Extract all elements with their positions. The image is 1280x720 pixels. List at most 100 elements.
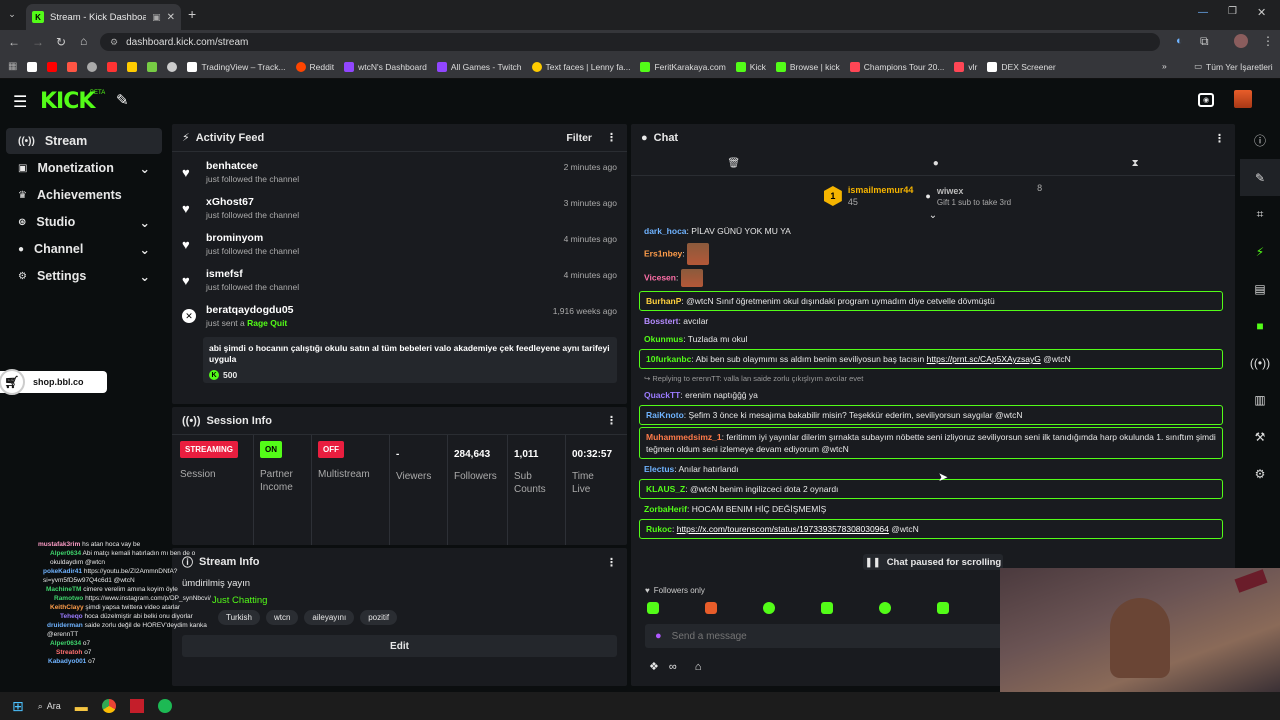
emote-button[interactable] bbox=[821, 602, 833, 614]
bookmark-item[interactable]: wtcN's Dashboard bbox=[344, 61, 427, 72]
hamburger-menu-icon[interactable]: ☰ bbox=[13, 92, 27, 112]
sidebar-item-studio[interactable]: ⊛ Studio ⌄ bbox=[6, 209, 162, 235]
emote-button[interactable] bbox=[705, 602, 717, 614]
stream-category: Just Chatting bbox=[212, 595, 268, 606]
sidebar-item-settings[interactable]: ⚙ Settings ⌄ bbox=[6, 263, 162, 289]
apps-grid-icon[interactable]: ▦ bbox=[8, 61, 17, 72]
filter-button[interactable]: Filter bbox=[566, 132, 592, 144]
crop-icon[interactable]: ⌗ bbox=[1240, 196, 1280, 233]
bookmark-icon[interactable] bbox=[87, 61, 98, 72]
bookmark-item[interactable]: Kick bbox=[735, 61, 766, 72]
more-options-icon[interactable]: ⋮ bbox=[606, 556, 617, 569]
minimize-icon[interactable]: — bbox=[1198, 7, 1208, 18]
reply-context[interactable]: ↪ Replying to erennTT: valla lan saide z… bbox=[639, 371, 1223, 387]
windows-start-icon[interactable]: ⊞ bbox=[12, 698, 24, 715]
hourglass-icon[interactable]: ⧗ bbox=[1132, 158, 1139, 169]
reload-icon[interactable]: ↻ bbox=[56, 35, 66, 49]
overlay-chat-line: druiderman saide zorlu değil de HOREV'de… bbox=[47, 622, 207, 638]
emote-button[interactable] bbox=[879, 602, 891, 614]
tag-pill: wtcn bbox=[265, 610, 299, 625]
activity-feed-title: Activity Feed bbox=[195, 131, 265, 144]
more-options-icon[interactable]: ⋮ bbox=[606, 414, 617, 427]
infinity-icon[interactable]: ∞ bbox=[669, 661, 677, 673]
browser-tab[interactable]: K Stream - Kick Dashboard ▣ ✕ bbox=[26, 4, 181, 30]
lightning-icon[interactable]: ⚡︎ bbox=[1240, 233, 1280, 270]
sidebar-item-channel[interactable]: ● Channel ⌄ bbox=[6, 236, 162, 262]
broadcast-icon: ((•)) bbox=[182, 414, 201, 427]
kicks-icon[interactable]: ❖ bbox=[649, 660, 659, 673]
tools-icon[interactable]: ✎ bbox=[116, 91, 129, 109]
chat-link[interactable]: https://prnt.sc/CAp5XAyzsayG bbox=[927, 354, 1041, 364]
window-close-icon[interactable]: ✕ bbox=[1257, 6, 1266, 19]
chrome-icon[interactable] bbox=[101, 699, 116, 713]
store-icon[interactable]: ⌂ bbox=[695, 661, 702, 673]
emote-button[interactable] bbox=[937, 602, 949, 614]
youtube-bookmark-icon[interactable] bbox=[47, 61, 58, 72]
menu-dots-icon[interactable]: ⋮ bbox=[1262, 34, 1274, 48]
extensions-puzzle-icon[interactable]: ⧉ bbox=[1200, 34, 1209, 49]
taskbar-search[interactable]: ⌕ Ara bbox=[38, 701, 61, 712]
edit-stream-info-button[interactable]: Edit bbox=[182, 635, 617, 657]
bookmark-item[interactable]: FeritKarakaya.com bbox=[640, 61, 726, 72]
all-bookmarks-folder[interactable]: ▭ Tüm Yer İşaretleri bbox=[1194, 61, 1273, 72]
tab-list-icon[interactable]: ⌄ bbox=[4, 6, 20, 22]
forward-icon[interactable]: → bbox=[32, 35, 44, 49]
tab-close-icon[interactable]: ✕ bbox=[167, 12, 175, 23]
x-bookmark-icon[interactable] bbox=[27, 61, 38, 72]
bookmarks-overflow-icon[interactable]: » bbox=[1162, 61, 1167, 71]
extension-icon[interactable]: ◐ bbox=[1176, 35, 1183, 47]
bookmark-item[interactable]: vlr bbox=[954, 61, 977, 72]
tab-media-icon[interactable]: ▣ bbox=[152, 12, 161, 23]
mouse-cursor-icon: ➤ bbox=[938, 470, 949, 484]
beta-badge: BETA bbox=[90, 90, 106, 96]
app-icon[interactable] bbox=[129, 699, 144, 713]
bookmark-item[interactable]: DEX Screener bbox=[987, 61, 1056, 72]
chat-paused-banner[interactable]: ❚❚ Chat paused for scrolling bbox=[863, 554, 1003, 570]
broadcast-icon[interactable]: ((•)) bbox=[1240, 344, 1280, 381]
more-options-icon[interactable]: ⋮ bbox=[1214, 132, 1225, 145]
chat-settings-icon[interactable]: ● bbox=[933, 158, 939, 169]
stack-icon[interactable]: ▥ bbox=[1240, 381, 1280, 418]
user-avatar[interactable] bbox=[1234, 90, 1252, 108]
file-explorer-icon[interactable]: ▬ bbox=[75, 699, 88, 714]
rage-quit-message-box: abi şimdi o hocanın çalıştığı okulu satı… bbox=[203, 337, 617, 383]
bookmark-icon[interactable] bbox=[107, 61, 118, 72]
spotify-icon[interactable] bbox=[157, 699, 172, 713]
new-tab-icon[interactable]: + bbox=[188, 6, 196, 22]
back-icon[interactable]: ← bbox=[8, 35, 20, 49]
trash-icon[interactable]: 🗑︎ bbox=[727, 158, 740, 169]
profile-avatar[interactable] bbox=[1234, 34, 1248, 48]
collapse-leaderboard-icon[interactable]: ⌄ bbox=[631, 210, 1235, 221]
bookmark-item[interactable]: All Games - Twitch bbox=[436, 61, 522, 72]
bookmark-icon[interactable] bbox=[67, 61, 78, 72]
document-icon[interactable]: ▤ bbox=[1240, 270, 1280, 307]
sidebar-item-stream[interactable]: ((•)) Stream bbox=[6, 128, 162, 154]
emote-button[interactable] bbox=[647, 602, 659, 614]
microphone-icon[interactable]: ● bbox=[655, 630, 662, 642]
chat-link[interactable]: https://x.com/tourenscom/status/19733935… bbox=[677, 524, 889, 534]
more-options-icon[interactable]: ⋮ bbox=[606, 131, 617, 144]
obs-icon[interactable]: ◉ bbox=[1198, 93, 1214, 107]
sidebar-item-achievements[interactable]: ♛ Achievements bbox=[6, 182, 162, 208]
site-info-icon[interactable]: ⚙ bbox=[110, 37, 118, 48]
sidebar-item-monetization[interactable]: ▣ Monetization ⌄ bbox=[6, 155, 162, 181]
bookmark-item[interactable]: Champions Tour 20... bbox=[849, 61, 944, 72]
settings-icon[interactable]: ⚙ bbox=[1240, 455, 1280, 492]
info-icon[interactable]: ⓘ bbox=[1240, 122, 1280, 159]
bookmark-icon[interactable] bbox=[147, 61, 158, 72]
chat-icon[interactable]: ■ bbox=[1240, 307, 1280, 344]
maximize-icon[interactable]: ❐ bbox=[1228, 6, 1237, 17]
edit-pencil-icon[interactable]: ✎ bbox=[1240, 159, 1280, 196]
bookmark-item[interactable]: Browse | kick bbox=[775, 61, 840, 72]
bookmark-icon[interactable] bbox=[167, 61, 178, 72]
address-bar[interactable]: ⚙ dashboard.kick.com/stream bbox=[100, 33, 1160, 51]
bookmark-item[interactable]: Reddit bbox=[295, 61, 334, 72]
bookmark-item[interactable]: TradingView – Track... bbox=[187, 61, 286, 72]
home-icon[interactable]: ⌂ bbox=[80, 34, 87, 48]
bookmark-item[interactable]: Text faces | Lenny fa... bbox=[531, 61, 630, 72]
emote-button[interactable] bbox=[763, 602, 775, 614]
kick-logo[interactable]: KICK bbox=[40, 89, 95, 114]
wrench-icon[interactable]: ⚒ bbox=[1240, 418, 1280, 455]
bookmark-icon[interactable] bbox=[127, 61, 138, 72]
overlay-chat-line: mustafak3rim hs atan hoca vay be bbox=[38, 541, 141, 548]
